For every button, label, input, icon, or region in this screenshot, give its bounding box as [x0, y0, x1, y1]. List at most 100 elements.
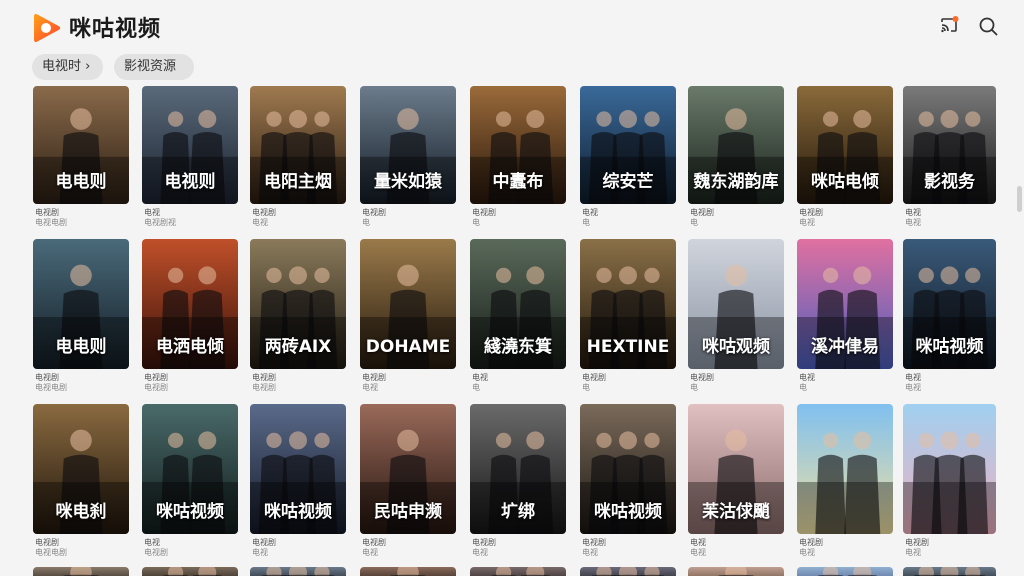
poster-title: HEXTINE: [586, 337, 670, 357]
poster-image[interactable]: 咪咕电倾: [797, 86, 893, 204]
poster-image[interactable]: [470, 567, 566, 576]
poster-image[interactable]: [797, 567, 893, 576]
poster-title: 电电则: [55, 172, 107, 192]
poster-image[interactable]: 量米如猿: [360, 86, 456, 204]
poster-image[interactable]: 溪冲侓易: [797, 239, 893, 369]
poster-meta-line1: 电视: [905, 373, 921, 382]
poster-image[interactable]: HEXTINE: [580, 239, 676, 369]
poster-meta: 电视 电视: [905, 373, 921, 393]
poster-meta-line1: 电视: [144, 208, 160, 217]
poster-meta: 电视剧 电视: [582, 538, 606, 558]
poster-title: 咪咕电倾: [811, 172, 879, 192]
poster-title: 咪咕视频: [264, 502, 332, 522]
poster-meta-line1: 电视剧: [799, 538, 823, 547]
poster-image[interactable]: 综安芒: [580, 86, 676, 204]
poster-image[interactable]: 魏东湖韵库: [688, 86, 784, 204]
poster-meta: 电视剧 电视电剧: [35, 208, 67, 228]
poster-meta: 电视剧电: [472, 208, 496, 228]
poster-meta-line2: 电视剧视: [144, 218, 176, 227]
poster-meta: 电视剧电: [362, 208, 386, 228]
poster-meta-line2: 电: [472, 383, 480, 392]
poster-image[interactable]: [903, 404, 996, 534]
poster-meta: 电视 电视: [905, 208, 921, 228]
poster-meta-line1: 电视: [582, 208, 598, 217]
poster-artwork: [580, 567, 676, 576]
poster-meta-line2: 电视: [905, 383, 921, 392]
content-grid: 电电则 电视剧 电视电剧 电视则 电视 电视剧视 电阳主烟 电视剧 电视 量米如猿 电视剧电中蠹布电…: [0, 0, 1024, 576]
poster-title: 咪咕观频: [702, 337, 770, 357]
poster-meta-line2: 电: [799, 383, 807, 392]
poster-image[interactable]: 咪电刹: [33, 404, 129, 534]
poster-meta-line1: 电视剧: [35, 373, 59, 382]
poster-artwork: [250, 567, 346, 576]
poster-meta: 电视剧 电视: [362, 538, 386, 558]
poster-meta-line2: 电视电剧: [35, 218, 67, 227]
poster-artwork: [688, 567, 784, 576]
poster-image[interactable]: 影视务: [903, 86, 996, 204]
poster-image[interactable]: 咪咕视频: [903, 239, 996, 369]
poster-image[interactable]: 咪咕视频: [250, 404, 346, 534]
poster-meta-line1: 电视剧: [690, 208, 714, 217]
poster-meta-line2: 电视: [582, 548, 598, 557]
poster-image[interactable]: 电洒电倾: [142, 239, 238, 369]
poster-meta: 电视 电视剧: [144, 538, 168, 558]
poster-image[interactable]: [797, 404, 893, 534]
poster-meta: 电视剧 电视剧: [144, 373, 168, 393]
poster-meta-line2: 电视剧: [252, 383, 276, 392]
poster-meta-line2: 电: [472, 218, 480, 227]
poster-image[interactable]: 电电则: [33, 239, 129, 369]
poster-image[interactable]: [903, 567, 996, 576]
poster-artwork: [142, 567, 238, 576]
poster-meta-line1: 电视剧: [252, 373, 276, 382]
poster-meta-line1: 电视剧: [252, 538, 276, 547]
poster-image[interactable]: 咪咕视频: [580, 404, 676, 534]
poster-meta: 电视剧电: [690, 373, 714, 393]
poster-meta-line1: 电视剧: [472, 208, 496, 217]
poster-image[interactable]: 綫澆东箕: [470, 239, 566, 369]
poster-image[interactable]: 电电则: [33, 86, 129, 204]
poster-meta-line1: 电视剧: [582, 538, 606, 547]
poster-meta: 电视 电视剧视: [144, 208, 176, 228]
poster-image[interactable]: [360, 567, 456, 576]
poster-meta-line2: 电: [690, 218, 698, 227]
poster-image[interactable]: 电阳主烟: [250, 86, 346, 204]
poster-meta: 电视剧 电视: [799, 538, 823, 558]
poster-meta-line1: 电视剧: [35, 208, 59, 217]
poster-meta-line2: 电视剧: [144, 548, 168, 557]
poster-image[interactable]: 苿沽俅颵: [688, 404, 784, 534]
poster-meta: 电视 电视: [690, 538, 706, 558]
poster-title: 苿沽俅颵: [702, 502, 770, 522]
poster-title: 电视则: [164, 172, 216, 192]
poster-meta-line1: 电视剧: [905, 538, 929, 547]
poster-image[interactable]: [250, 567, 346, 576]
poster-meta-line1: 电视剧: [582, 373, 606, 382]
poster-image[interactable]: [142, 567, 238, 576]
poster-meta-line2: 电视: [362, 383, 378, 392]
poster-meta-line2: 电视: [799, 548, 815, 557]
poster-image[interactable]: 中蠹布: [470, 86, 566, 204]
poster-image[interactable]: [33, 567, 129, 576]
poster-image[interactable]: 咪咕视频: [142, 404, 238, 534]
poster-meta-line1: 电视: [472, 373, 488, 382]
poster-meta-line2: 电视电剧: [35, 548, 67, 557]
poster-image[interactable]: DOHAME: [360, 239, 456, 369]
poster-image[interactable]: 电视则: [142, 86, 238, 204]
scrollbar-thumb[interactable]: [1017, 186, 1022, 212]
poster-meta-line1: 电视: [144, 538, 160, 547]
poster-meta: 电视剧 电视电剧: [35, 373, 67, 393]
poster-image[interactable]: 圹绑: [470, 404, 566, 534]
poster-meta-line2: 电视剧: [144, 383, 168, 392]
poster-meta: 电视剧电: [690, 208, 714, 228]
poster-image[interactable]: [688, 567, 784, 576]
poster-image[interactable]: 两砖AIX: [250, 239, 346, 369]
poster-meta-line1: 电视剧: [690, 373, 714, 382]
poster-title: 咪咕视频: [915, 337, 984, 357]
poster-artwork: [470, 567, 566, 576]
poster-meta-line1: 电视剧: [35, 538, 59, 547]
poster-meta: 电视剧 电视: [362, 373, 386, 393]
poster-image[interactable]: 咪咕观频: [688, 239, 784, 369]
poster-image[interactable]: [580, 567, 676, 576]
poster-meta: 电视剧 电视: [799, 208, 823, 228]
poster-image[interactable]: 民咕申濒: [360, 404, 456, 534]
poster-meta-line2: 电视: [905, 548, 921, 557]
